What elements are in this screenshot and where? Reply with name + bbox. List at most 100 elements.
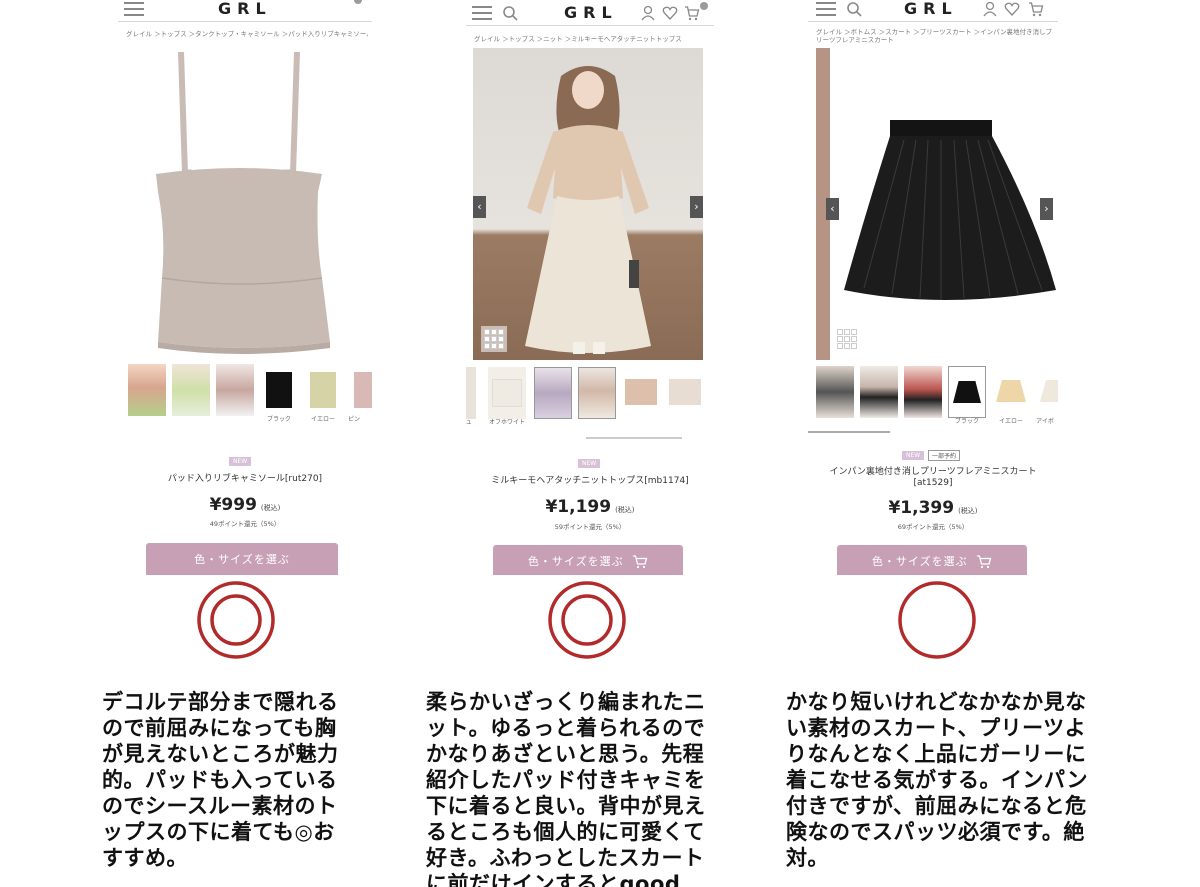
search-icon[interactable] [502, 5, 518, 21]
partial-reserve-badge: 一部予約 [928, 450, 961, 461]
model-photo-illustration [525, 66, 651, 354]
thumbnail[interactable] [904, 366, 942, 418]
thumb-label: イエロー [999, 418, 1023, 425]
cart-icon[interactable] [684, 5, 700, 21]
grid-view-icon[interactable] [481, 326, 507, 352]
site-header: GRL [466, 0, 714, 26]
product-image[interactable]: ‹ › [473, 48, 703, 360]
thumbnail[interactable] [128, 364, 166, 416]
site-logo[interactable]: GRL [218, 0, 272, 18]
points-text: 59ポイント還元（5%） [554, 523, 626, 531]
product-card-camisole: GRL グレイル ＞トップス ＞タンクトップ・キャミソール ＞パッド入りリブキャ… [118, 0, 372, 575]
thumb-label: アイボ [1036, 418, 1054, 425]
comment-line: い素材のスカート、プリーツよ [786, 716, 1087, 740]
thumbnail-yellow[interactable] [992, 366, 1030, 418]
comment-line: に前だけインするとgood [426, 872, 681, 887]
comment-line: のでシースルー素材のト [102, 794, 338, 818]
heart-icon[interactable] [1004, 1, 1020, 17]
comment-line: 好き。ふわっとしたスカート [426, 846, 705, 870]
cart-icon [977, 555, 992, 569]
product-price: ¥999 (税込) [209, 495, 281, 515]
thumbnail-yellow[interactable] [304, 364, 342, 416]
select-color-size-button[interactable]: 色・サイズを選ぶ [493, 545, 683, 575]
thumbnail-strip: ブラック イエロー アイボ [808, 366, 1058, 425]
thumbnail[interactable] [666, 367, 704, 419]
single-circle-rating-icon [898, 581, 976, 659]
prev-image-arrow-icon[interactable]: ‹ [473, 196, 486, 218]
select-color-size-button[interactable]: 色・サイズを選ぶ [837, 545, 1027, 575]
prev-image-arrow-icon[interactable]: ‹ [826, 198, 839, 220]
thumbnail-scrollbar[interactable] [586, 437, 682, 439]
double-circle-rating-icon [197, 581, 275, 659]
comment-line: ので前屈みになっても胸 [102, 716, 337, 740]
site-header: GRL [808, 0, 1058, 22]
next-image-arrow-icon[interactable]: › [690, 196, 703, 218]
thumbnail[interactable] [816, 366, 854, 418]
comment-line: 的。パッドも入っている [102, 768, 338, 792]
breadcrumb[interactable]: グレイル ＞トップス ＞ニット ＞ミルキーモヘアタッチニットトップス [474, 35, 710, 43]
points-text: 49ポイント還元（5%） [209, 520, 281, 528]
product-card-skirt: GRL グレイル ＞ボトムス ＞スカート ＞プリーツスカート ＞インパン裏地付き… [808, 0, 1058, 575]
thumbnail[interactable] [172, 364, 210, 416]
comment-line: 紹介したパッド付きキャミを [426, 768, 706, 792]
site-logo[interactable]: GRL [904, 0, 958, 18]
breadcrumb[interactable]: グレイル ＞ボトムス ＞スカート ＞プリーツスカート ＞インパン裏地付き消しプリ… [816, 28, 1054, 44]
comment-line: 下に着ると良い。背中が見え [426, 794, 706, 818]
product-price: ¥1,399 (税込) [888, 498, 978, 518]
product-image[interactable] [118, 42, 372, 360]
menu-icon[interactable] [124, 2, 144, 16]
product-code: [at1529] [913, 478, 953, 488]
breadcrumb[interactable]: グレイル ＞トップス ＞タンクトップ・キャミソール ＞パッド入りリブキャミソール [126, 30, 368, 38]
cart-badge-icon [700, 2, 708, 10]
comment-line: かなりあざといと思う。先程 [426, 742, 705, 766]
search-icon[interactable] [846, 1, 862, 17]
thumbnail-strip: ブラック イエロー ピン [118, 364, 372, 423]
comment-line: りなんとなく上品にガーリーに [786, 742, 1087, 766]
thumbnail[interactable] [622, 367, 660, 419]
comment-line: 険なのでスパッツ必須です。絶 [786, 820, 1085, 844]
product-card-knit: GRL グレイル ＞トップス ＞ニット ＞ミルキーモヘアタッチニットトップス ‹… [466, 0, 714, 575]
user-icon[interactable] [982, 1, 998, 17]
comment-line: すすめ。 [102, 846, 188, 870]
user-icon[interactable] [640, 5, 656, 21]
comment-line: 着こなせる気がする。インパン [786, 768, 1089, 792]
product-image[interactable]: ‹ › [816, 48, 1058, 360]
thumbnail-pink[interactable] [348, 364, 372, 416]
thumbnail[interactable] [216, 364, 254, 416]
comment-line: ット。ゆるっと着られるので [426, 716, 706, 740]
cart-badge-icon[interactable] [354, 0, 362, 4]
thumbnail-scrollbar[interactable] [808, 431, 890, 433]
cart-icon [633, 555, 648, 569]
new-badge: NEW [578, 459, 601, 468]
thumbnail[interactable] [466, 367, 476, 419]
thumbnail-black[interactable] [948, 366, 986, 418]
review-comment: 柔らかいざっくり編まれたニ ット。ゆるっと着られるので かなりあざといと思う。先… [426, 689, 766, 887]
thumbnail-ivory[interactable] [1036, 366, 1058, 418]
thumbnail[interactable] [578, 367, 616, 419]
review-comment: デコルテ部分まで隠れる ので前屈みになっても胸 が見えないところが魅力 的。パッ… [102, 689, 402, 871]
site-header: GRL [118, 0, 372, 22]
comment-line: るところも個人的に可愛くて [426, 820, 705, 844]
pleated-skirt-illustration [844, 120, 1056, 300]
menu-icon[interactable] [816, 2, 836, 16]
thumbnail-offwhite[interactable] [488, 367, 526, 419]
thumbnail-black[interactable] [260, 364, 298, 416]
review-comment: かなり短いけれどなかなか見な い素材のスカート、プリーツよ りなんとなく上品にガ… [786, 689, 1156, 871]
comment-line: 対。 [786, 846, 829, 870]
comment-line: かなり短いけれどなかなか見な [786, 690, 1087, 714]
comment-line: 付きですが、前屈みになると危 [786, 794, 1087, 818]
next-image-arrow-icon[interactable]: › [1040, 198, 1053, 220]
comment-line: デコルテ部分まで隠れる [102, 690, 339, 714]
site-logo[interactable]: GRL [564, 3, 618, 22]
thumbnail[interactable] [534, 367, 572, 419]
select-color-size-button[interactable]: 色・サイズを選ぶ [146, 543, 338, 575]
thumbnail[interactable] [860, 366, 898, 418]
thumb-label: ブラック [954, 418, 979, 425]
points-text: 69ポイント還元（5%） [897, 523, 969, 531]
comment-line: が見えないところが魅力 [102, 742, 339, 766]
comment-line: 柔らかいざっくり編まれたニ [426, 690, 706, 714]
grid-view-icon[interactable] [834, 326, 860, 352]
menu-icon[interactable] [472, 6, 492, 20]
cart-icon[interactable] [1028, 1, 1044, 17]
heart-icon[interactable] [662, 5, 678, 21]
